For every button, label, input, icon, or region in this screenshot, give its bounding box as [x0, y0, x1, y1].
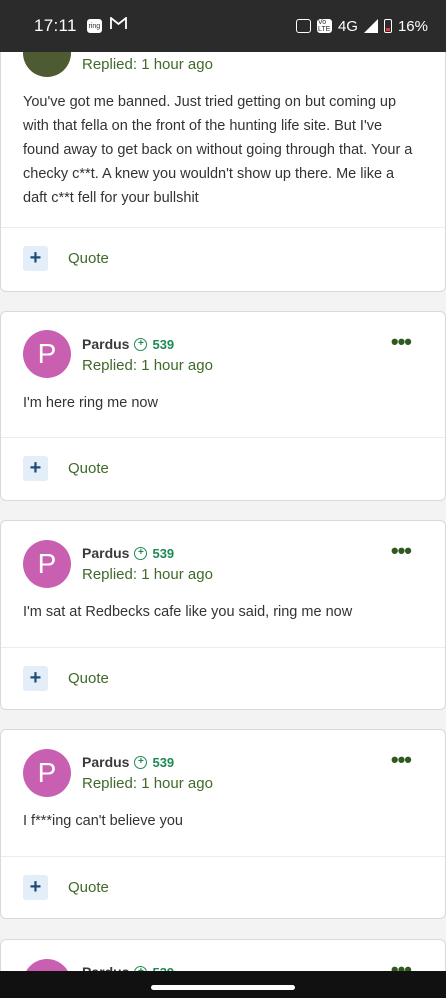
navigation-bar [0, 971, 446, 998]
plus-icon: + [23, 875, 48, 900]
post-text: I'm here ring me now [23, 395, 158, 411]
plus-icon: + [23, 666, 48, 691]
post-card: P Pardus + 539 Replied: 1 hour ago ••• I… [0, 729, 446, 919]
status-bar: 17:11 ring Vo LTE 4G 16% [0, 0, 446, 52]
post-card: P Pardus + 539 Replied: 1 hour ago ••• I… [0, 520, 446, 710]
ring-app-icon: ring [86, 19, 102, 33]
author-line: Pardus + 539 [82, 754, 174, 770]
battery-icon [383, 19, 392, 33]
reputation-plus-icon: + [134, 337, 148, 351]
quote-button[interactable]: + Quote [23, 456, 109, 481]
quote-button[interactable]: + Quote [23, 246, 109, 271]
author-line: Pardus + 539 [82, 545, 174, 561]
signal-icon [363, 19, 378, 33]
quote-button[interactable]: + Quote [23, 666, 109, 691]
plus-icon: + [23, 246, 48, 271]
author-name[interactable]: Pardus [82, 336, 129, 352]
post-card: P Pardus + 539 Replied: 1 hour ago ••• I… [0, 311, 446, 501]
post-text: You've got me banned. Just tried getting… [23, 94, 413, 206]
divider [1, 647, 445, 648]
more-options-icon[interactable]: ••• [391, 331, 412, 353]
more-options-icon[interactable]: ••• [391, 540, 412, 562]
quote-label: Quote [68, 670, 109, 687]
plus-icon: + [23, 456, 48, 481]
status-time: 17:11 [34, 16, 77, 35]
volte-icon: Vo LTE [316, 19, 332, 33]
quote-label: Quote [68, 879, 109, 896]
quote-label: Quote [68, 460, 109, 477]
author-name[interactable]: Pardus [82, 754, 129, 770]
reply-time[interactable]: Replied: 1 hour ago [82, 56, 213, 73]
reputation-plus-icon: + [134, 755, 148, 769]
avatar[interactable]: P [23, 330, 71, 378]
avatar[interactable]: P [23, 749, 71, 797]
reply-time[interactable]: Replied: 1 hour ago [82, 357, 213, 374]
reputation-count: 539 [152, 545, 175, 561]
reputation-count: 539 [152, 336, 175, 352]
reputation-plus-icon: + [134, 546, 148, 560]
battery-level: 16% [397, 17, 428, 35]
reply-time[interactable]: Replied: 1 hour ago [82, 566, 213, 583]
quote-label: Quote [68, 250, 109, 267]
post-text: I f***ing can't believe you [23, 813, 183, 829]
reputation-count: 539 [152, 754, 175, 770]
more-options-icon[interactable]: ••• [391, 749, 412, 771]
divider [1, 227, 445, 228]
network-type: 4G [337, 17, 358, 35]
author-name[interactable]: Pardus [82, 545, 129, 561]
avatar[interactable]: P [23, 540, 71, 588]
home-gesture-handle[interactable] [151, 985, 295, 990]
quote-button[interactable]: + Quote [23, 875, 109, 900]
author-line: Pardus + 539 [82, 336, 174, 352]
divider [1, 437, 445, 438]
nfc-icon [295, 19, 311, 33]
reply-time[interactable]: Replied: 1 hour ago [82, 775, 213, 792]
post-text: I'm sat at Redbecks cafe like you said, … [23, 604, 353, 620]
gmail-icon [109, 16, 127, 35]
divider [1, 856, 445, 857]
